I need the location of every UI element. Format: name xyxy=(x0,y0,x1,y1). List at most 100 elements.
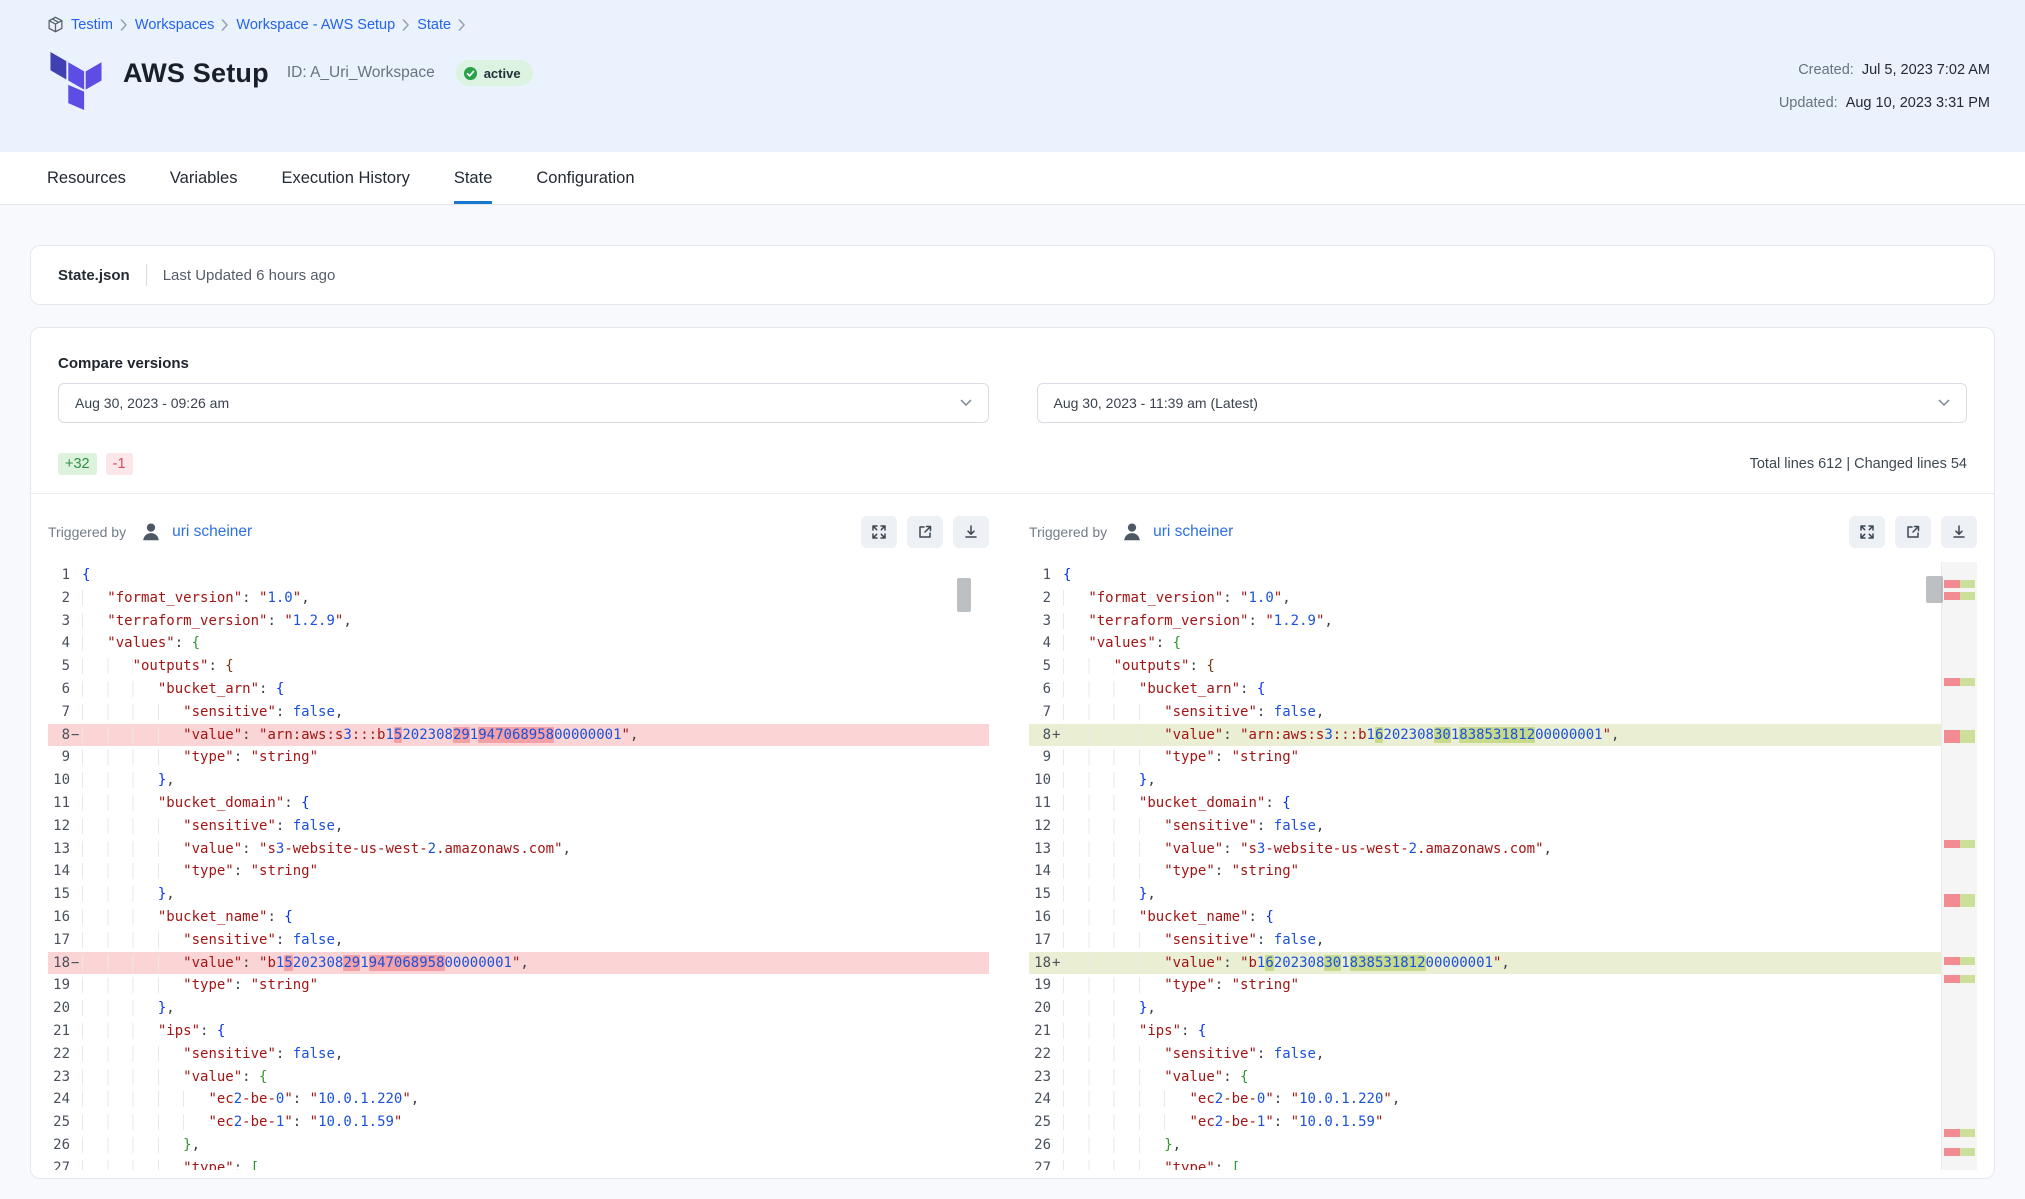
code-line: 22 "sensitive": false, xyxy=(48,1043,989,1066)
code-line: 24 "ec2-be-0": "10.0.1.220", xyxy=(1029,1088,1977,1111)
code-line: 18+ "value": "b1620230830183853181200000… xyxy=(1029,952,1977,975)
code-line: 27 "type": [ xyxy=(1029,1157,1977,1170)
triggered-by-user-link[interactable]: uri scheiner xyxy=(172,523,252,541)
user-avatar-icon xyxy=(140,521,162,543)
triggered-by-right: Triggered by uri scheiner xyxy=(1029,516,1977,548)
code-line: 4 "values": { xyxy=(48,632,989,655)
created-label: Created: xyxy=(1798,62,1854,78)
tab-configuration[interactable]: Configuration xyxy=(536,152,634,204)
terraform-logo xyxy=(47,48,105,114)
open-external-button[interactable] xyxy=(907,516,943,548)
check-circle-icon xyxy=(463,66,478,81)
external-link-icon xyxy=(1905,524,1921,540)
status-badge: active xyxy=(456,60,533,86)
code-line: 6 "bucket_arn": { xyxy=(1029,678,1977,701)
expand-button[interactable] xyxy=(861,516,897,548)
tab-state[interactable]: State xyxy=(454,152,493,204)
code-line: 9 "type": "string" xyxy=(1029,746,1977,769)
code-line: 5 "outputs": { xyxy=(1029,655,1977,678)
version-select-left[interactable]: Aug 30, 2023 - 09:26 am xyxy=(58,383,989,423)
code-panel-left: 1{2 "format_version": "1.0",3 "terraform… xyxy=(48,562,989,1170)
removed-lines-pill: -1 xyxy=(106,453,133,475)
code-line: 14 "type": "string" xyxy=(48,860,989,883)
header-band: Testim Workspaces Workspace - AWS Setup Sta… xyxy=(0,0,2025,152)
download-icon xyxy=(1951,524,1967,540)
tab-resources[interactable]: Resources xyxy=(47,152,126,204)
download-button[interactable] xyxy=(1941,516,1977,548)
diff-ruler-mark xyxy=(1944,592,1975,600)
code-line: 12 "sensitive": false, xyxy=(48,815,989,838)
scrollbar-thumb[interactable] xyxy=(957,578,971,612)
code-line: 10 }, xyxy=(1029,769,1977,792)
package-icon xyxy=(47,16,64,33)
version-select-right[interactable]: Aug 30, 2023 - 11:39 am (Latest) xyxy=(1037,383,1968,423)
code-line: 16 "bucket_name": { xyxy=(1029,906,1977,929)
code-line: 21 "ips": { xyxy=(48,1020,989,1043)
divider xyxy=(146,264,147,286)
code-line: 6 "bucket_arn": { xyxy=(48,678,989,701)
updated-label: Updated: xyxy=(1779,95,1838,111)
breadcrumb-link[interactable]: Workspaces xyxy=(135,17,215,33)
open-external-button[interactable] xyxy=(1895,516,1931,548)
download-button[interactable] xyxy=(953,516,989,548)
page-title: AWS Setup xyxy=(123,58,269,89)
code-line: 10 }, xyxy=(48,769,989,792)
diff-ruler-mark xyxy=(1944,840,1975,848)
code-line: 15 }, xyxy=(48,883,989,906)
user-avatar-icon xyxy=(1121,521,1143,543)
code-line: 14 "type": "string" xyxy=(1029,860,1977,883)
breadcrumb-link[interactable]: Testim xyxy=(71,17,113,33)
diff-ruler-mark xyxy=(1944,894,1975,907)
code-line: 11 "bucket_domain": { xyxy=(1029,792,1977,815)
triggered-by-user-link[interactable]: uri scheiner xyxy=(1153,523,1233,541)
version-select-right-value: Aug 30, 2023 - 11:39 am (Latest) xyxy=(1054,395,1258,411)
diff-ruler-mark xyxy=(1944,580,1975,588)
chevron-down-icon xyxy=(1938,399,1950,407)
code-line: 9 "type": "string" xyxy=(48,746,989,769)
chevron-right-icon xyxy=(458,19,466,31)
diff-overview-ruler[interactable] xyxy=(1941,562,1977,1170)
created-value: Jul 5, 2023 7:02 AM xyxy=(1862,62,1990,78)
workspace-id: ID: A_Uri_Workspace xyxy=(287,64,435,82)
tab-execution-history[interactable]: Execution History xyxy=(281,152,409,204)
code-line: 13 "value": "s3-website-us-west-2.amazon… xyxy=(1029,838,1977,861)
code-line: 8− "value": "arn:aws:s3:::b1520230829194… xyxy=(48,724,989,747)
code-line: 24 "ec2-be-0": "10.0.1.220", xyxy=(48,1088,989,1111)
code-line: 27 "type": [ xyxy=(48,1157,989,1170)
code-line: 17 "sensitive": false, xyxy=(1029,929,1977,952)
code-line: 1{ xyxy=(48,564,989,587)
code-line: 3 "terraform_version": "1.2.9", xyxy=(48,610,989,633)
code-lines: 1{2 "format_version": "1.0",3 "terraform… xyxy=(1029,562,1977,1170)
external-link-icon xyxy=(917,524,933,540)
chevron-right-icon xyxy=(221,19,229,31)
main-content: State.json Last Updated 6 hours ago Comp… xyxy=(0,245,2025,1179)
expand-button[interactable] xyxy=(1849,516,1885,548)
code-line: 11 "bucket_domain": { xyxy=(48,792,989,815)
breadcrumb-link[interactable]: Workspace - AWS Setup xyxy=(236,17,395,33)
triggered-by-label: Triggered by xyxy=(1029,524,1107,540)
chevron-down-icon xyxy=(960,399,972,407)
code-line: 13 "value": "s3-website-us-west-2.amazon… xyxy=(48,838,989,861)
code-line: 7 "sensitive": false, xyxy=(1029,701,1977,724)
version-select-left-value: Aug 30, 2023 - 09:26 am xyxy=(75,395,229,411)
breadcrumb-link[interactable]: State xyxy=(417,17,451,33)
diff-ruler-mark xyxy=(1944,975,1975,983)
code-line: 23 "value": { xyxy=(48,1066,989,1089)
tab-variables[interactable]: Variables xyxy=(170,152,238,204)
scrollbar-thumb[interactable] xyxy=(1926,576,1943,603)
code-line: 21 "ips": { xyxy=(1029,1020,1977,1043)
updated-value: Aug 10, 2023 3:31 PM xyxy=(1846,95,1990,111)
code-line: 2 "format_version": "1.0", xyxy=(48,587,989,610)
code-line: 7 "sensitive": false, xyxy=(48,701,989,724)
diff-ruler-mark xyxy=(1944,1129,1975,1137)
code-line: 25 "ec2-be-1": "10.0.1.59" xyxy=(48,1111,989,1134)
code-line: 1{ xyxy=(1029,564,1977,587)
diff-ruler-mark xyxy=(1944,1148,1975,1156)
code-line: 4 "values": { xyxy=(1029,632,1977,655)
status-badge-label: active xyxy=(484,66,521,81)
code-line: 8+ "value": "arn:aws:s3:::b1620230830183… xyxy=(1029,724,1977,747)
added-lines-pill: +32 xyxy=(58,453,97,475)
download-icon xyxy=(963,524,979,540)
chevron-right-icon xyxy=(120,19,128,31)
code-line: 20 }, xyxy=(48,997,989,1020)
